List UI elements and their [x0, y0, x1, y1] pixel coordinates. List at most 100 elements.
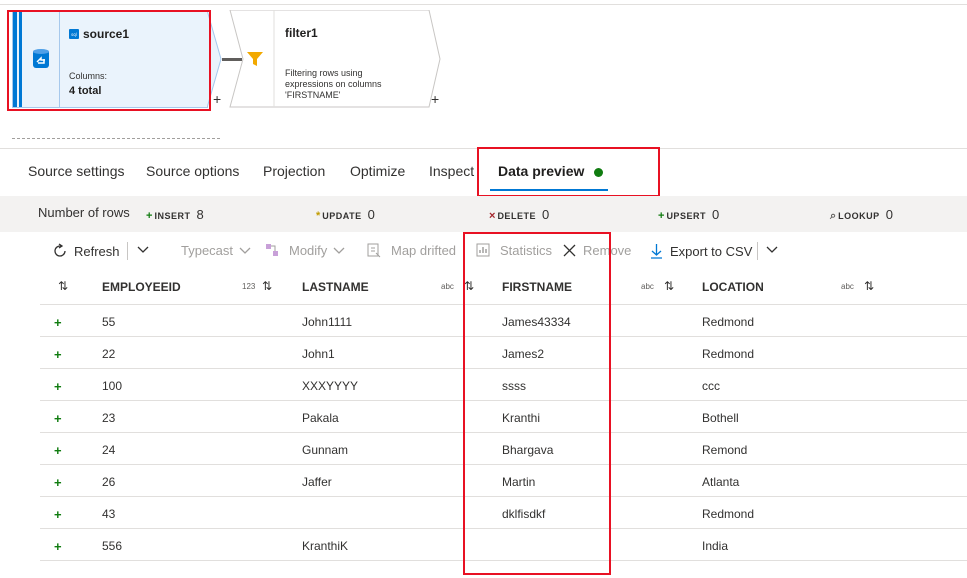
- cell-firstname: Kranthi: [502, 411, 541, 425]
- filter-desc-line3: 'FIRSTNAME': [285, 90, 341, 100]
- table-row[interactable]: [40, 529, 967, 561]
- cell-location: Redmond: [702, 507, 755, 521]
- lookup-search-icon: ⌕: [830, 210, 837, 222]
- cell-employeeid: 22: [102, 347, 116, 361]
- statistics-button[interactable]: Statistics: [476, 243, 552, 258]
- lookup-count: ⌕ LOOKUP 0: [830, 207, 893, 223]
- sort-rows-icon[interactable]: ⇅: [58, 279, 68, 293]
- cell-lastname: Jaffer: [302, 475, 332, 489]
- typecast-button[interactable]: Typecast: [181, 243, 251, 258]
- svg-text:sql: sql: [71, 32, 77, 37]
- sort-location-icon[interactable]: ⇅: [864, 279, 874, 293]
- cell-lastname: John1: [302, 347, 335, 361]
- add-transform-button-filter[interactable]: +: [431, 91, 439, 107]
- filter-desc-line2: expressions on columns: [285, 79, 382, 89]
- filter-funnel-icon: [247, 52, 263, 66]
- upsert-value: 0: [711, 207, 720, 222]
- delete-x-icon: ×: [489, 210, 496, 222]
- cell-location: ccc: [702, 379, 720, 393]
- cell-firstname: James2: [502, 347, 545, 361]
- insert-value: 8: [196, 207, 204, 222]
- chevron-down-icon: [239, 247, 251, 254]
- node-selected-bar: [13, 11, 17, 107]
- insert-label: INSERT: [154, 211, 191, 221]
- string-type-icon: abc: [841, 282, 854, 291]
- cell-location: Bothell: [702, 411, 739, 425]
- cell-lastname: XXXYYYY: [302, 379, 359, 393]
- active-tab-underline: [490, 189, 608, 191]
- insert-count: + INSERT 8: [146, 207, 204, 222]
- delete-count: × DELETE 0: [489, 207, 549, 222]
- column-header-employeeid[interactable]: EMPLOYEEID: [102, 280, 181, 294]
- modify-label: Modify: [289, 243, 328, 258]
- column-header-lastname[interactable]: LASTNAME: [302, 280, 369, 294]
- source-group-outline: [12, 138, 220, 139]
- sort-firstname-icon[interactable]: ⇅: [664, 279, 674, 293]
- cell-firstname: Martin: [502, 475, 536, 489]
- filter-desc-line1: Filtering rows using: [285, 68, 363, 78]
- cell-location: Redmond: [702, 347, 755, 361]
- map-drifted-button[interactable]: Map drifted: [367, 243, 456, 258]
- cell-employeeid: 556: [102, 539, 123, 553]
- download-icon: [651, 244, 662, 259]
- row-count-label: Number of rows: [38, 205, 130, 220]
- sql-source-icon: sql: [69, 29, 79, 39]
- cell-employeeid: 26: [102, 475, 116, 489]
- insert-row-icon: +: [54, 347, 62, 362]
- modify-button[interactable]: Modify: [265, 243, 345, 258]
- delete-value: 0: [541, 207, 550, 222]
- update-star-icon: *: [316, 210, 321, 222]
- chevron-down-icon[interactable]: [137, 246, 149, 254]
- insert-row-icon: +: [54, 507, 62, 522]
- source-node-title: source1: [83, 27, 130, 41]
- cell-employeeid: 55: [102, 315, 116, 329]
- panel-divider: [0, 148, 967, 149]
- add-transform-button[interactable]: +: [213, 91, 221, 107]
- remove-label: Remove: [583, 243, 632, 258]
- delete-label: DELETE: [497, 211, 536, 221]
- tab-data-preview[interactable]: Data preview: [498, 163, 604, 179]
- cell-lastname: Gunnam: [302, 443, 349, 457]
- statistics-icon: [476, 243, 490, 257]
- upsert-label: UPSERT: [666, 211, 706, 221]
- tab-source-settings[interactable]: Source settings: [28, 163, 125, 179]
- upsert-count: + UPSERT 0: [658, 207, 719, 222]
- remove-button[interactable]: Remove: [563, 243, 631, 258]
- cell-lastname: Pakala: [302, 411, 339, 425]
- insert-plus-icon: +: [146, 210, 153, 222]
- cell-location: Atlanta: [702, 475, 740, 489]
- upsert-icon: +: [658, 210, 665, 222]
- cell-location: Remond: [702, 443, 748, 457]
- source1-node[interactable]: sql source1 Columns: 4 total: [12, 10, 208, 108]
- export-csv-button[interactable]: Export to CSV: [650, 243, 752, 259]
- column-header-firstname[interactable]: FIRSTNAME: [502, 280, 572, 294]
- sort-lastname-icon[interactable]: ⇅: [464, 279, 474, 293]
- cell-firstname: Bhargava: [502, 443, 554, 457]
- row-divider: [40, 560, 967, 561]
- lookup-label: LOOKUP: [838, 211, 880, 221]
- cell-lastname: KranthiK: [302, 539, 349, 553]
- cell-firstname: dklfisdkf: [502, 507, 546, 521]
- node-selected-bar-inner: [19, 11, 22, 107]
- filter-node-title: filter1: [285, 26, 318, 40]
- update-label: UPDATE: [322, 211, 362, 221]
- toolbar-separator: [127, 242, 128, 260]
- sort-employeeid-icon[interactable]: ⇅: [262, 279, 272, 293]
- cell-location: Redmond: [702, 315, 755, 329]
- close-icon: [563, 244, 576, 257]
- tab-optimize[interactable]: Optimize: [350, 163, 405, 179]
- refresh-button[interactable]: Refresh: [52, 243, 120, 259]
- column-header-location[interactable]: LOCATION: [702, 280, 764, 294]
- status-dot-icon: [594, 167, 604, 177]
- source-columns-total: 4 total: [69, 85, 102, 97]
- tab-projection[interactable]: Projection: [263, 163, 325, 179]
- cell-firstname: James43334: [502, 315, 571, 329]
- source-columns-label: Columns:: [69, 71, 108, 81]
- cell-lastname: John1111: [302, 315, 353, 329]
- string-type-icon: abc: [641, 282, 654, 291]
- tab-inspect[interactable]: Inspect: [429, 163, 474, 179]
- tab-source-options[interactable]: Source options: [146, 163, 239, 179]
- chevron-down-icon[interactable]: [766, 246, 778, 254]
- filter1-node[interactable]: filter1 Filtering rows using expressions…: [229, 10, 441, 108]
- cell-employeeid: 23: [102, 411, 116, 425]
